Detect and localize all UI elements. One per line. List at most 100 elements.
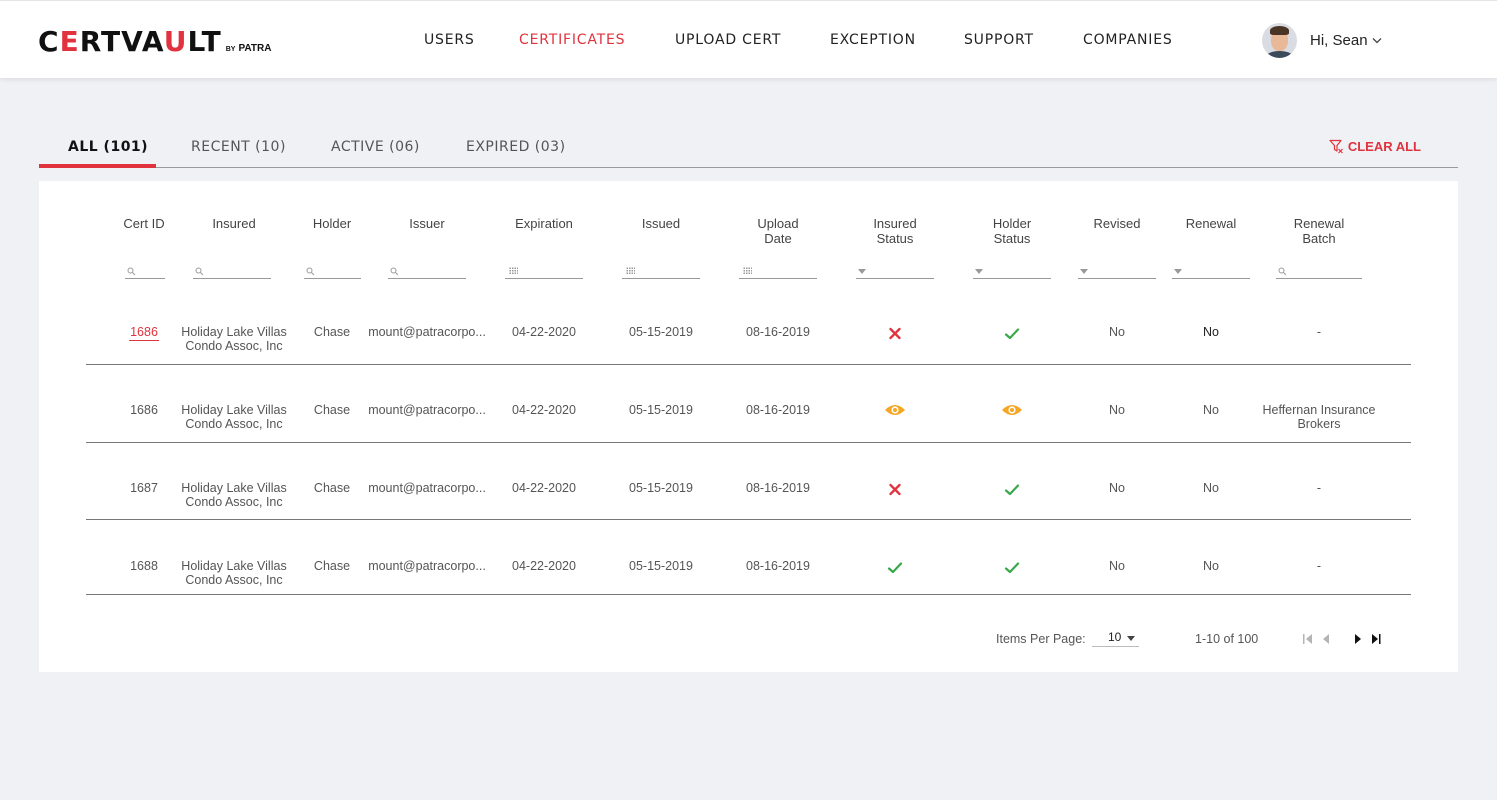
dropdown-arrow-icon (1174, 269, 1182, 274)
column-search-filter[interactable] (193, 265, 271, 279)
nav-item-companies[interactable]: COMPANIES (1083, 32, 1173, 48)
column-search-filter[interactable] (125, 265, 165, 279)
nav-item-certificates[interactable]: CERTIFICATES (519, 32, 625, 48)
column-select-filter[interactable] (856, 265, 934, 279)
upload-date-cell: 08-16-2019 (746, 559, 810, 573)
certificate-tabs: ALL (101) RECENT (10) ACTIVE (06) EXPIRED (… (39, 125, 1458, 168)
clear-all-filters-button[interactable]: CLEAR ALL (1329, 139, 1421, 154)
column-date-filter[interactable] (622, 265, 700, 279)
next-page-icon[interactable] (1351, 632, 1365, 646)
pagination-range: 1-10 of 100 (1195, 632, 1259, 646)
tab-recent[interactable]: RECENT (10) (191, 139, 286, 155)
column-header[interactable]: Holder Status (993, 216, 1031, 246)
holder-status-cell (1004, 483, 1020, 501)
table-row[interactable]: 1686 Holiday Lake Villas Condo Assoc, Inc C… (86, 365, 1411, 443)
check-icon (887, 562, 903, 574)
issued-cell: 05-15-2019 (629, 325, 693, 339)
search-icon (127, 267, 136, 276)
calendar-icon (509, 267, 518, 274)
holder-cell: Chase (313, 403, 351, 417)
issued-cell: 05-15-2019 (629, 403, 693, 417)
revised-cell: No (1109, 559, 1125, 573)
cert-id-cell: 1688 (130, 559, 158, 573)
calendar-icon (743, 267, 752, 274)
column-header[interactable]: Expiration (515, 216, 573, 231)
nav-item-users[interactable]: USERS (424, 32, 475, 48)
column-header[interactable]: Cert ID (123, 216, 164, 231)
active-tab-indicator (39, 164, 156, 168)
insured-cell: Holiday Lake Villas Condo Assoc, Inc (181, 325, 287, 353)
issuer-cell: mount@patracorpo... (368, 325, 486, 339)
check-icon (1004, 484, 1020, 496)
column-select-filter[interactable] (1078, 265, 1156, 279)
holder-status-cell (1004, 327, 1020, 345)
nav-item-exception[interactable]: EXCEPTION (830, 32, 916, 48)
column-header[interactable]: Renewal (1186, 216, 1237, 231)
filter-clear-icon (1329, 139, 1343, 154)
column-select-filter[interactable] (1172, 265, 1250, 279)
user-greeting[interactable]: Hi, Sean (1310, 32, 1368, 49)
column-header[interactable]: Insured (212, 216, 255, 231)
first-page-icon[interactable] (1301, 632, 1315, 646)
items-per-page-select[interactable]: 10 (1092, 628, 1139, 647)
holder-cell: Chase (313, 559, 351, 573)
column-header[interactable]: Upload Date (757, 216, 798, 246)
renewal-batch-cell: - (1316, 559, 1322, 573)
issuer-cell: mount@patracorpo... (368, 481, 486, 495)
chevron-down-icon[interactable] (1372, 37, 1382, 44)
column-header[interactable]: Issued (642, 216, 680, 231)
holder-cell: Chase (313, 325, 351, 339)
cert-id-cell[interactable]: 1686 (129, 325, 159, 341)
renewal-cell: No (1203, 481, 1219, 495)
revised-cell: No (1109, 403, 1125, 417)
cert-id-cell: 1686 (130, 403, 158, 417)
cert-id-cell: 1687 (130, 481, 158, 495)
check-icon (1004, 328, 1020, 340)
column-search-filter[interactable] (1276, 265, 1362, 279)
insured-status-cell (889, 327, 902, 345)
user-avatar[interactable] (1262, 23, 1297, 58)
column-date-filter[interactable] (739, 265, 817, 279)
search-icon (390, 267, 399, 276)
search-icon (1278, 267, 1287, 276)
insured-status-cell (889, 483, 902, 501)
column-header[interactable]: Revised (1094, 216, 1141, 231)
tab-all[interactable]: ALL (101) (68, 139, 148, 155)
last-page-icon[interactable] (1369, 632, 1383, 646)
column-header[interactable]: Insured Status (873, 216, 916, 246)
column-select-filter[interactable] (973, 265, 1051, 279)
expiration-cell: 04-22-2020 (512, 481, 576, 495)
column-search-filter[interactable] (304, 265, 361, 279)
renewal-cell: No (1203, 325, 1219, 339)
holder-status-cell (1001, 403, 1023, 422)
column-header[interactable]: Renewal Batch (1294, 216, 1345, 246)
tab-expired[interactable]: EXPIRED (03) (466, 139, 566, 155)
insured-status-cell (887, 561, 903, 579)
table-row[interactable]: 1687 Holiday Lake Villas Condo Assoc, Inc C… (86, 443, 1411, 520)
column-header[interactable]: Issuer (409, 216, 444, 231)
column-search-filter[interactable] (388, 265, 466, 279)
issued-cell: 05-15-2019 (629, 559, 693, 573)
revised-cell: No (1109, 325, 1125, 339)
holder-status-cell (1004, 561, 1020, 579)
table-row[interactable]: 1686 Holiday Lake Villas Condo Assoc, Inc C… (86, 295, 1411, 365)
calendar-icon (626, 267, 635, 274)
table-row[interactable]: 1688 Holiday Lake Villas Condo Assoc, Inc C… (86, 519, 1411, 595)
top-navigation-bar: CERTVAULT BY PATRA USERS CERTIFICATES UPLO… (0, 0, 1497, 78)
issued-cell: 05-15-2019 (629, 481, 693, 495)
nav-item-upload-cert[interactable]: UPLOAD CERT (675, 32, 781, 48)
certificates-table-card: Cert ID Insured Holder Issuer Expiration Issu… (39, 181, 1458, 672)
user-menu[interactable]: Hi, Sean (1262, 23, 1382, 58)
renewal-batch-cell: - (1316, 325, 1322, 339)
tab-active[interactable]: ACTIVE (06) (331, 139, 420, 155)
dropdown-arrow-icon (1080, 269, 1088, 274)
nav-item-support[interactable]: SUPPORT (964, 32, 1034, 48)
column-date-filter[interactable] (505, 265, 583, 279)
eye-icon (1002, 405, 1022, 415)
expiration-cell: 04-22-2020 (512, 325, 576, 339)
certvault-logo[interactable]: CERTVAULT BY PATRA (38, 25, 271, 57)
renewal-batch-cell: - (1316, 481, 1322, 495)
insured-cell: Holiday Lake Villas Condo Assoc, Inc (181, 559, 287, 587)
column-header[interactable]: Holder (313, 216, 351, 231)
previous-page-icon[interactable] (1320, 632, 1334, 646)
